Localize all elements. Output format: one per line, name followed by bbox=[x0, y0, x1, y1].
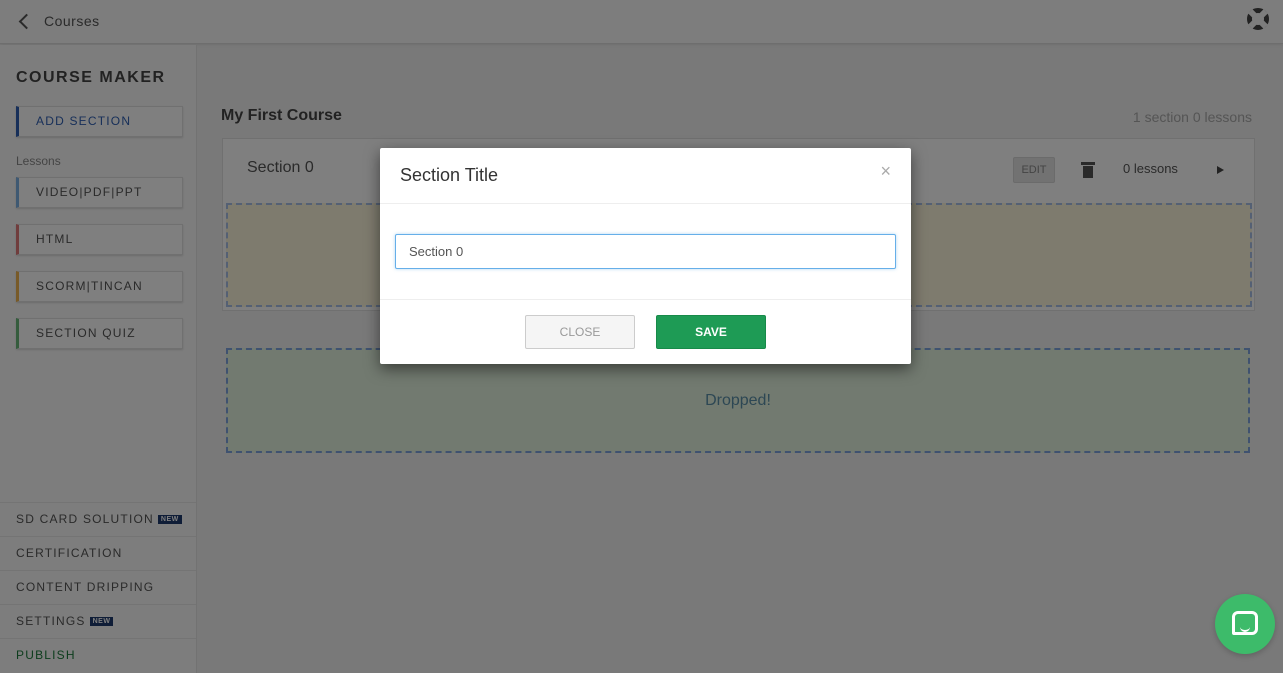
modal-footer: CLOSE SAVE bbox=[380, 299, 911, 364]
section-title-input[interactable] bbox=[395, 234, 896, 269]
close-button[interactable]: CLOSE bbox=[525, 315, 635, 349]
modal-header: Section Title × bbox=[380, 148, 911, 204]
chat-launcher-button[interactable] bbox=[1215, 594, 1275, 654]
save-button[interactable]: SAVE bbox=[656, 315, 766, 349]
section-title-modal: Section Title × CLOSE SAVE bbox=[380, 148, 911, 364]
chat-icon bbox=[1232, 611, 1258, 635]
modal-title: Section Title bbox=[400, 165, 499, 185]
close-icon[interactable]: × bbox=[880, 161, 891, 182]
